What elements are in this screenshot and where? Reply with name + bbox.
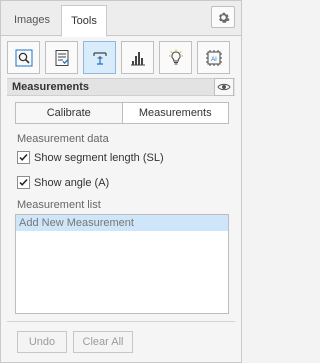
section-title: Measurements [12, 81, 90, 93]
show-angle-label: Show angle (A) [34, 176, 110, 189]
tab-images[interactable]: Images [7, 5, 57, 35]
lightbulb-tool-button[interactable] [159, 41, 192, 74]
section-header: Measurements [7, 78, 235, 96]
ai-tool-button[interactable]: AI [197, 41, 230, 74]
measurement-list[interactable]: Add New Measurement [15, 214, 229, 314]
tab-tools[interactable]: Tools [61, 5, 107, 37]
measure-icon [92, 51, 107, 65]
checkmark-icon [19, 178, 28, 186]
measurement-list-label: Measurement list [17, 199, 101, 211]
checklist-icon [55, 49, 68, 66]
clear-all-button[interactable]: Clear All [73, 331, 133, 353]
list-item[interactable]: Add New Measurement [16, 215, 228, 231]
magnifier-tool-button[interactable] [7, 41, 40, 74]
magnifier-icon [15, 49, 32, 66]
mode-segmented-control: Calibrate Measurements [15, 102, 229, 124]
visibility-toggle[interactable] [214, 78, 234, 96]
calibrate-tab[interactable]: Calibrate [16, 103, 122, 123]
lightbulb-icon [168, 49, 183, 64]
checkbox[interactable] [17, 176, 30, 189]
histogram-tool-button[interactable] [121, 41, 154, 74]
tools-panel: Images Tools AI Measurements Calibrate M… [0, 0, 242, 363]
measurement-data-label: Measurement data [17, 133, 109, 145]
tool-icon-bar: AI [7, 41, 235, 74]
checkbox[interactable] [17, 151, 30, 164]
svg-text:AI: AI [211, 57, 217, 63]
checkmark-icon [19, 153, 28, 161]
histogram-icon [130, 51, 145, 65]
measure-tool-button[interactable] [83, 41, 116, 74]
checklist-tool-button[interactable] [45, 41, 78, 74]
show-segment-length-option[interactable]: Show segment length (SL) [17, 151, 164, 164]
measurements-tab[interactable]: Measurements [121, 103, 228, 123]
undo-button[interactable]: Undo [17, 331, 67, 353]
eye-icon [217, 83, 231, 91]
ai-chip-icon: AI [205, 49, 222, 66]
settings-button[interactable] [211, 6, 235, 28]
gear-icon [218, 12, 230, 23]
tab-bar: Images Tools [1, 1, 241, 37]
divider [7, 321, 235, 322]
show-segment-length-label: Show segment length (SL) [34, 151, 164, 164]
show-angle-option[interactable]: Show angle (A) [17, 176, 109, 189]
